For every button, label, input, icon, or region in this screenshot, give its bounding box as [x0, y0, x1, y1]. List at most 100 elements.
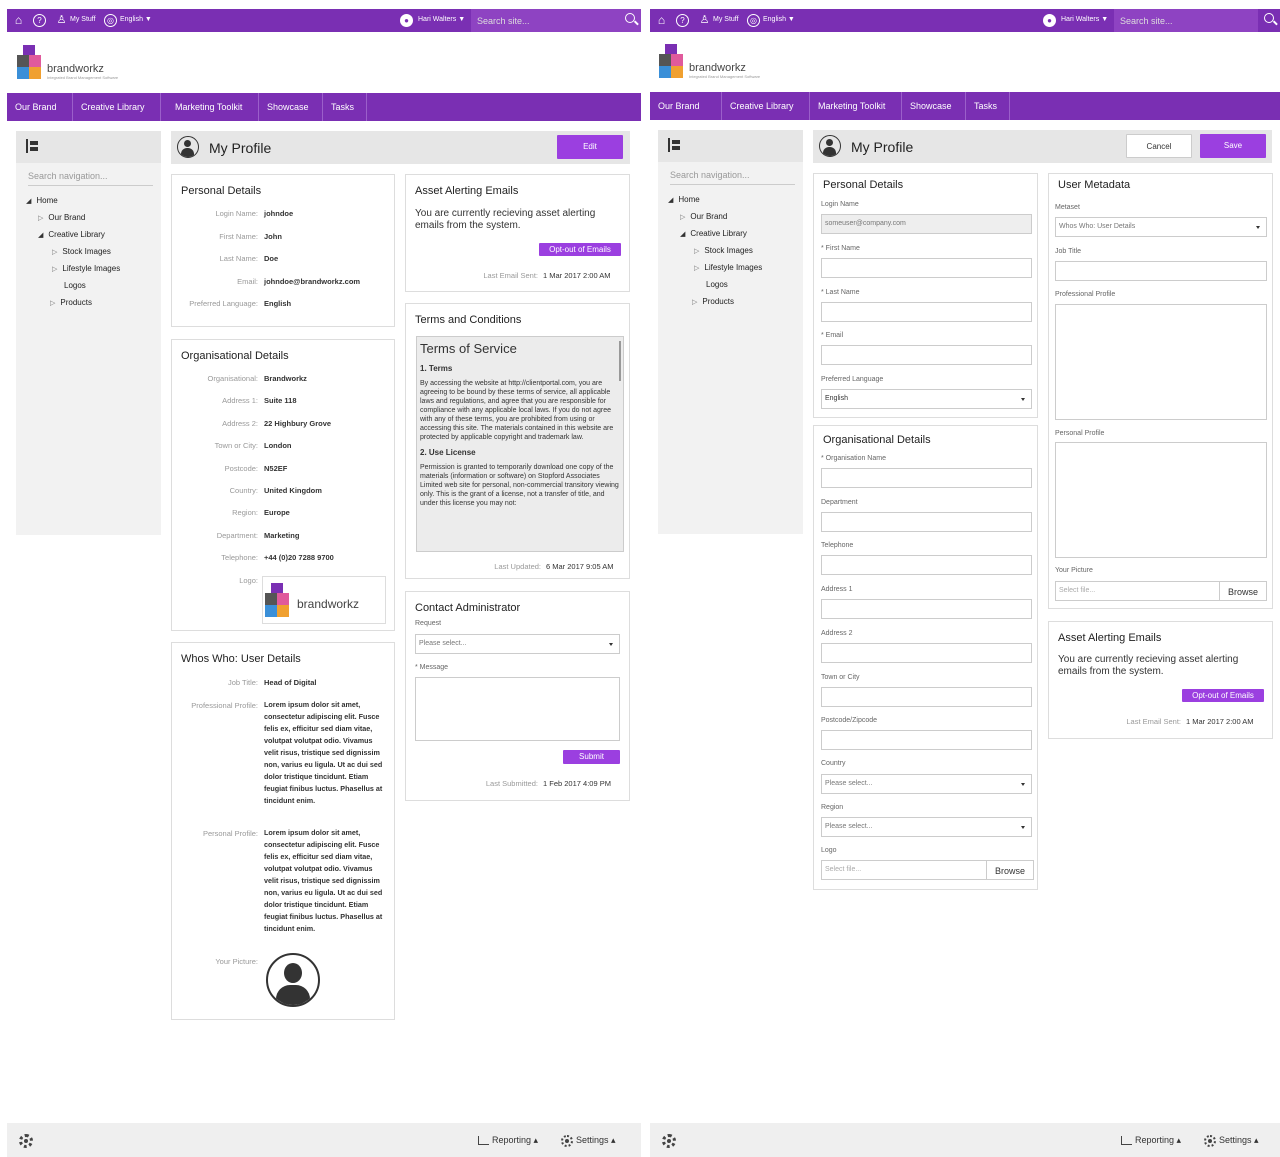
org-field-input[interactable] [821, 599, 1032, 620]
tree-item-products[interactable]: ▷ Products [50, 298, 92, 307]
help-icon[interactable]: ? [33, 14, 46, 27]
first-name-field[interactable] [821, 258, 1032, 278]
metaset-select[interactable]: Whos Who: User Details [1055, 217, 1267, 237]
personal-profile-textarea[interactable] [1055, 442, 1267, 558]
nav-marketing-toolkit[interactable]: Marketing Toolkit [810, 92, 902, 120]
field-label: Telephone: [221, 553, 258, 563]
gear-icon[interactable] [662, 1134, 676, 1148]
tree-item-creative-library[interactable]: ◢ Creative Library [38, 230, 105, 239]
tree-item-home[interactable]: ◢ Home [668, 195, 700, 204]
reporting-menu[interactable]: Reporting ▴ [1135, 1135, 1181, 1146]
nav-creative-library[interactable]: Creative Library [73, 93, 161, 121]
tree-toggle-icon[interactable] [26, 139, 38, 153]
tree-item-stock-images[interactable]: ▷ Stock Images [52, 247, 111, 256]
job-title-field[interactable] [1055, 261, 1267, 281]
nav-creative-library[interactable]: Creative Library [722, 92, 810, 120]
home-icon[interactable]: ⌂ [655, 14, 668, 27]
nav-marketing-toolkit[interactable]: Marketing Toolkit [167, 93, 259, 121]
organisational-details-form: Organisational Details * Organisation Na… [813, 425, 1038, 890]
site-search-input[interactable]: Search site... [1114, 9, 1258, 32]
tree-item-home[interactable]: ◢ Home [26, 196, 58, 205]
metaset-label: Metaset [1055, 204, 1080, 211]
logo-file-field[interactable]: Select file... [821, 860, 987, 880]
language-menu[interactable]: English ▼ [763, 16, 795, 23]
top-bar: ⌂ ? ♙ My Stuff ◎ English ▼ ● Hari Walter… [650, 9, 1280, 32]
site-search-input[interactable]: Search site... [471, 9, 641, 32]
field-value: N52EF [264, 463, 288, 473]
tree-toggle-icon[interactable] [668, 138, 680, 152]
terms-scroll-area[interactable]: Terms of Service 1. Terms By accessing t… [416, 336, 624, 552]
edit-button[interactable]: Edit [557, 135, 623, 159]
tree-item-lifestyle-images[interactable]: ▷ Lifestyle Images [694, 263, 762, 272]
settings-menu[interactable]: Settings ▴ [576, 1135, 616, 1146]
picture-file-field[interactable]: Select file... [1055, 581, 1220, 601]
collapsed-icon: ▷ [692, 299, 698, 306]
nav-search-input[interactable]: Search navigation... [670, 170, 795, 185]
brand-logo[interactable]: brandworkz Integrated Brand Management S… [659, 44, 789, 84]
your-picture-label: Your Picture [1055, 567, 1093, 574]
professional-profile-textarea[interactable] [1055, 304, 1267, 420]
settings-menu[interactable]: Settings ▴ [1219, 1135, 1259, 1146]
tree-item-our-brand[interactable]: ▷ Our Brand [680, 212, 727, 221]
my-stuff-icon[interactable]: ♙ [698, 14, 711, 27]
field-label: Region: [232, 508, 258, 518]
last-email-label: Last Email Sent: [483, 271, 538, 280]
field-label: Postcode: [224, 463, 258, 473]
region-select[interactable]: Please select... [821, 817, 1032, 837]
brand-logo[interactable]: brandworkz Integrated Brand Management S… [17, 45, 147, 85]
field-value: London [264, 441, 292, 451]
opt-out-button[interactable]: Opt-out of Emails [539, 243, 621, 256]
org-field-input[interactable] [821, 511, 1032, 532]
my-stuff-link[interactable]: My Stuff [713, 16, 739, 23]
nav-tasks[interactable]: Tasks [966, 92, 1010, 120]
cancel-button[interactable]: Cancel [1126, 134, 1192, 158]
org-field-input[interactable] [821, 642, 1032, 663]
terms-paragraph-1: By accessing the website at http://clien… [420, 380, 614, 441]
tree-item-logos[interactable]: Logos [64, 281, 86, 290]
request-select[interactable]: Please select... [415, 634, 620, 654]
email-field[interactable] [821, 345, 1032, 365]
my-stuff-icon[interactable]: ♙ [55, 14, 68, 27]
org-field-input[interactable] [821, 686, 1032, 707]
tree-item-stock-images[interactable]: ▷ Stock Images [694, 246, 753, 255]
last-email-label: Last Email Sent: [1126, 717, 1181, 726]
nav-our-brand[interactable]: Our Brand [7, 93, 73, 121]
tree-item-lifestyle-images[interactable]: ▷ Lifestyle Images [52, 264, 120, 273]
logo-browse-button[interactable]: Browse [986, 860, 1035, 880]
field-value: John [264, 231, 282, 241]
search-icon[interactable] [619, 9, 641, 32]
help-icon[interactable]: ? [676, 14, 689, 27]
search-icon[interactable] [1258, 9, 1280, 32]
opt-out-button[interactable]: Opt-out of Emails [1182, 689, 1264, 702]
message-textarea[interactable] [415, 677, 620, 741]
picture-browse-button[interactable]: Browse [1219, 581, 1268, 601]
tree-item-logos[interactable]: Logos [706, 280, 728, 289]
nav-tasks[interactable]: Tasks [323, 93, 367, 121]
org-field-input[interactable] [821, 555, 1032, 576]
nav-showcase[interactable]: Showcase [902, 92, 966, 120]
nav-search-input[interactable]: Search navigation... [28, 171, 153, 186]
language-menu[interactable]: English ▼ [120, 16, 152, 23]
nav-our-brand[interactable]: Our Brand [650, 92, 722, 120]
org-field-input[interactable] [821, 468, 1032, 488]
user-menu[interactable]: Hari Walters ▼ [1061, 16, 1108, 23]
tree-item-products[interactable]: ▷ Products [692, 297, 734, 306]
home-icon[interactable]: ⌂ [12, 14, 25, 27]
last-name-field[interactable] [821, 302, 1032, 322]
scrollbar[interactable] [619, 341, 621, 381]
tree-item-creative-library[interactable]: ◢ Creative Library [680, 229, 747, 238]
submit-button[interactable]: Submit [563, 750, 620, 764]
profile-title-bar: My Profile Cancel Save [813, 130, 1272, 163]
gear-icon[interactable] [19, 1134, 33, 1148]
professional-profile-label: Professional Profile [1055, 291, 1116, 298]
org-field-input[interactable] [821, 730, 1032, 751]
nav-showcase[interactable]: Showcase [259, 93, 323, 121]
user-menu[interactable]: Hari Walters ▼ [418, 16, 465, 23]
tree-item-our-brand[interactable]: ▷ Our Brand [38, 213, 85, 222]
reporting-menu[interactable]: Reporting ▴ [492, 1135, 538, 1146]
country-select[interactable]: Please select... [821, 774, 1032, 794]
my-stuff-link[interactable]: My Stuff [70, 16, 96, 23]
job-title-label: Job Title: [227, 678, 258, 687]
save-button[interactable]: Save [1200, 134, 1266, 158]
language-select[interactable]: English [821, 389, 1032, 409]
